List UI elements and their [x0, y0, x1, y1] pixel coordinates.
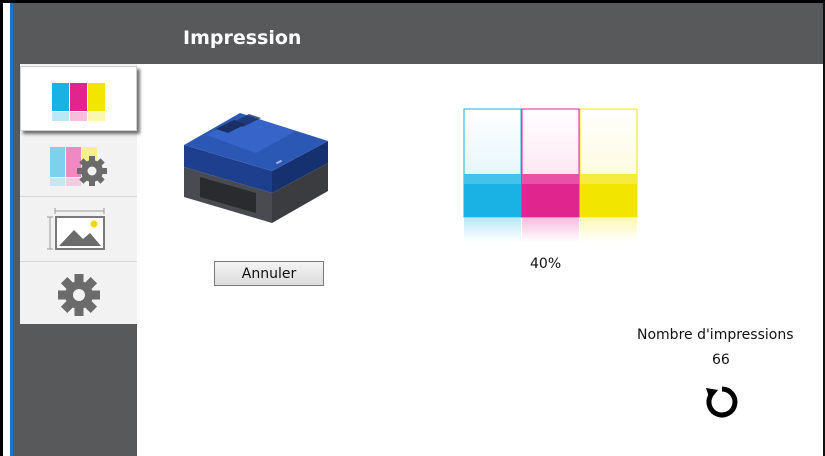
ink-bars-icon — [51, 82, 105, 121]
title-bar: Impression — [13, 3, 823, 64]
page-title: Impression — [183, 27, 302, 49]
ink-level-chart — [463, 108, 638, 242]
gear-icon — [57, 273, 100, 316]
ink-gear-icon — [49, 147, 107, 186]
printer-image — [184, 113, 328, 223]
print-count-value: 66 — [712, 352, 730, 368]
sidebar-item-image[interactable] — [20, 197, 137, 262]
print-count-label: Nombre d'impressions — [637, 327, 794, 343]
image-icon — [46, 208, 105, 250]
sidebar-item-settings[interactable] — [20, 262, 137, 327]
reset-counter-icon[interactable] — [704, 384, 740, 420]
sidebar-item-ink-status[interactable] — [20, 66, 137, 131]
cancel-button[interactable]: Annuler — [214, 261, 324, 286]
sidebar-item-ink-settings[interactable] — [20, 132, 137, 197]
ink-level-percent: 40% — [530, 256, 562, 272]
